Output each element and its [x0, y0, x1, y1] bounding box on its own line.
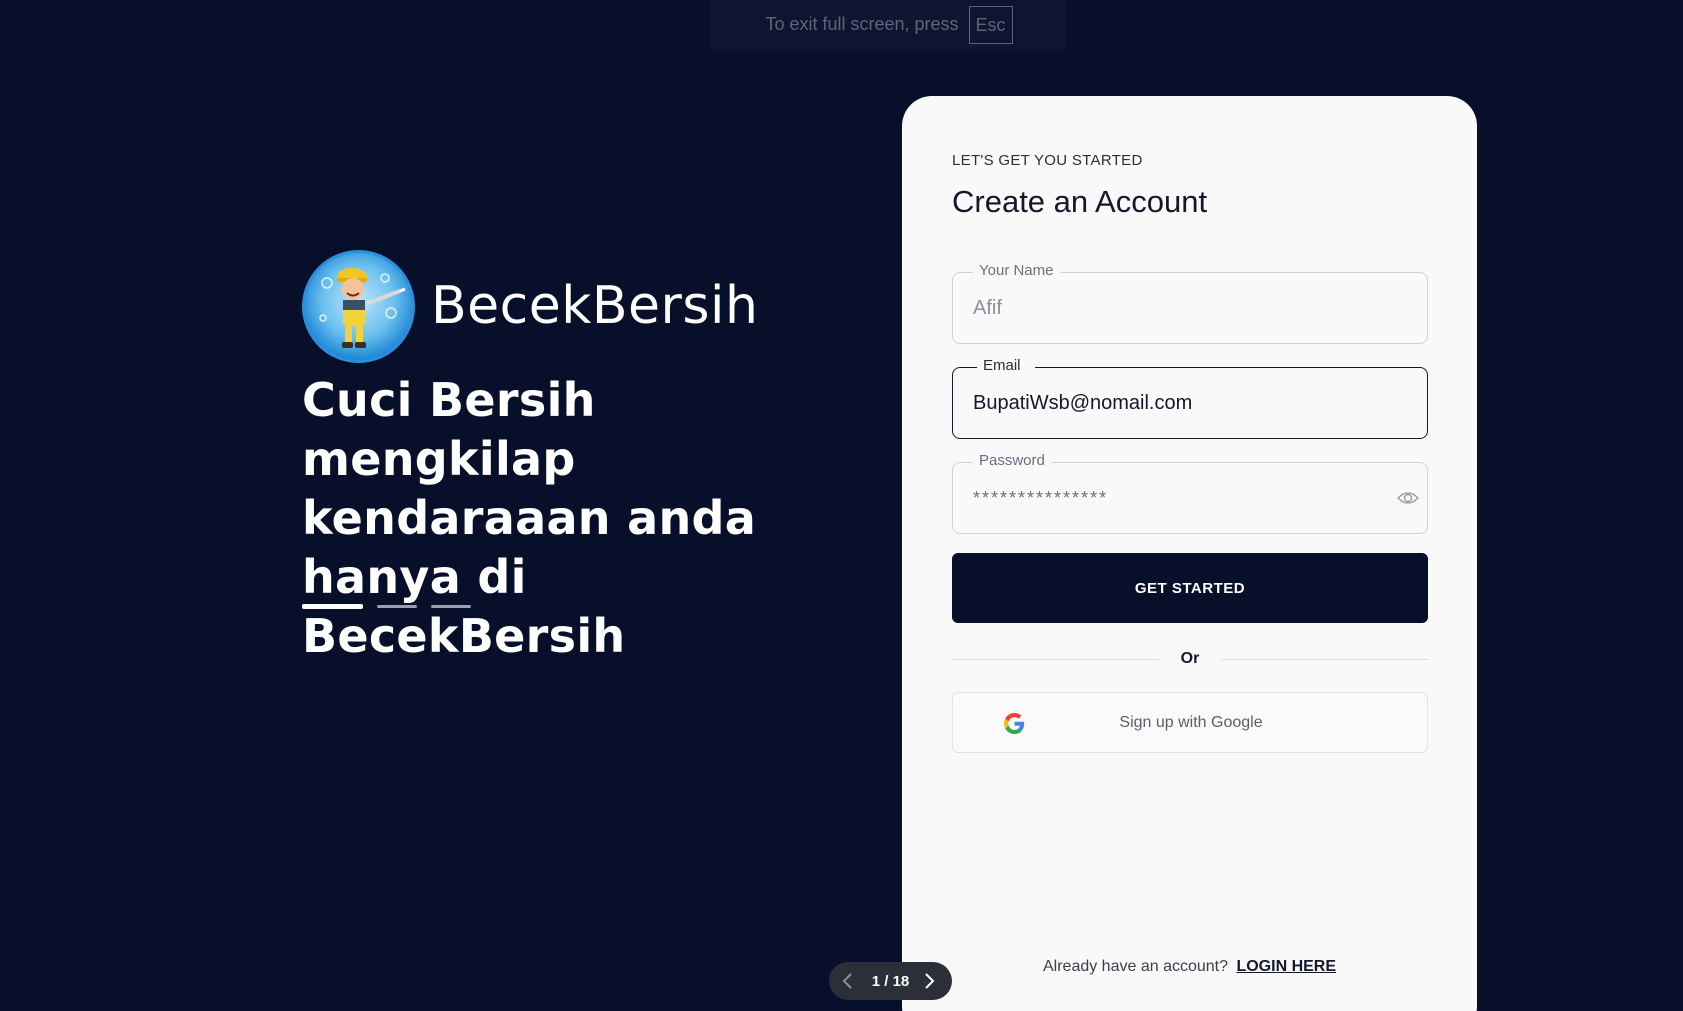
- chevron-right-icon[interactable]: [924, 972, 940, 990]
- carousel-dot-3[interactable]: [431, 605, 471, 608]
- signup-screen: To exit full screen, press Esc BecekBers…: [0, 0, 1683, 1011]
- password-input[interactable]: [971, 483, 1391, 513]
- slide-pager: 1 / 18: [829, 962, 952, 1000]
- password-field: Password: [952, 452, 1428, 534]
- login-prompt-text: Already have an account?: [1042, 958, 1228, 975]
- signup-title: Create an Account: [952, 184, 1208, 219]
- name-input[interactable]: [971, 293, 1391, 323]
- google-signup-button[interactable]: Sign up with Google: [952, 692, 1428, 753]
- get-started-button[interactable]: GET STARTED: [952, 553, 1428, 623]
- esc-key-hint: Esc: [968, 5, 1013, 44]
- name-field: Your Name: [952, 262, 1428, 344]
- password-field-label: Password: [973, 452, 1051, 469]
- carousel-dot-1[interactable]: [302, 604, 363, 609]
- or-divider: Or: [952, 647, 1429, 671]
- fullscreen-notice: To exit full screen, press Esc: [711, 0, 1067, 49]
- divider-line-left: [952, 658, 1159, 660]
- google-signup-label: Sign up with Google: [1119, 713, 1263, 731]
- divider-label: Or: [1180, 650, 1200, 667]
- carousel-indicators: [302, 604, 471, 609]
- fullscreen-notice-text: To exit full screen, press: [765, 14, 959, 34]
- name-field-label: Your Name: [973, 262, 1060, 279]
- carousel-dot-2[interactable]: [377, 605, 417, 608]
- email-field: Email: [952, 357, 1428, 439]
- signup-card: LET'S GET YOU STARTED Create an Account …: [902, 96, 1477, 1011]
- email-field-label: Email: [977, 357, 1035, 374]
- email-input[interactable]: [971, 388, 1391, 418]
- login-prompt: Already have an account? LOGIN HERE: [902, 958, 1477, 976]
- eye-icon[interactable]: [1396, 489, 1420, 507]
- divider-line-right: [1221, 658, 1429, 660]
- login-link[interactable]: LOGIN HERE: [1236, 958, 1336, 975]
- signup-kicker: LET'S GET YOU STARTED: [952, 152, 1143, 169]
- brand-name: BecekBersih: [431, 276, 759, 336]
- chevron-left-icon[interactable]: [841, 972, 857, 990]
- mascot-logo: [302, 249, 415, 363]
- page-counter: 1 / 18: [871, 972, 910, 990]
- brand: BecekBersih: [302, 249, 862, 363]
- hero-tagline: Cuci Bersih mengkilap kendaraaan anda ha…: [302, 373, 757, 663]
